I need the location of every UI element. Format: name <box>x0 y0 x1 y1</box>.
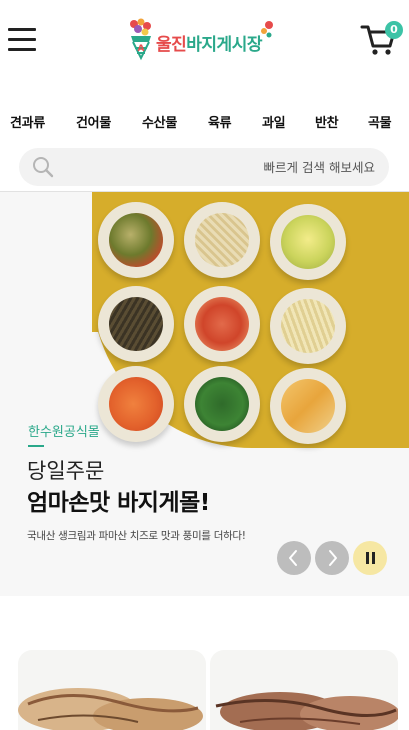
banner-prev-button[interactable] <box>277 541 311 575</box>
search-icon[interactable] <box>32 156 54 178</box>
banner-title: 엄마손맛 바지게몰! <box>27 490 210 516</box>
dish-image <box>270 288 346 364</box>
product-card[interactable] <box>18 650 206 730</box>
dish-image <box>98 202 174 278</box>
product-card[interactable] <box>210 650 398 730</box>
dish-image <box>270 204 346 280</box>
category-meat[interactable]: 육류 <box>208 112 232 131</box>
dish-image <box>270 368 346 444</box>
chevron-right-icon <box>329 550 337 566</box>
pause-icon <box>366 552 375 564</box>
dish-image <box>98 286 174 362</box>
logo-text-part1: 울진 <box>156 34 187 55</box>
hamburger-menu-icon[interactable] <box>8 28 36 52</box>
dish-image <box>184 286 260 362</box>
logo-text: 울진바지게시장 <box>156 30 262 55</box>
category-grain[interactable]: 곡물 <box>368 112 392 131</box>
category-fruit[interactable]: 과일 <box>262 112 286 131</box>
category-dried-seafood[interactable]: 건어물 <box>76 112 111 131</box>
category-nuts[interactable]: 견과류 <box>10 112 45 131</box>
search-input[interactable] <box>69 148 375 186</box>
main-banner[interactable]: 한수원공식몰 당일주문 엄마손맛 바지게몰! 국내산 생크림과 파마산 치즈로 … <box>0 192 409 596</box>
logo-decoration-icon <box>260 21 273 38</box>
dish-image <box>184 366 260 442</box>
logo-icon: A <box>130 18 151 61</box>
header: A 울진바지게시장 0 <box>0 0 409 82</box>
dish-image <box>98 366 174 442</box>
site-logo[interactable]: A 울진바지게시장 <box>128 16 274 64</box>
category-seafood[interactable]: 수산물 <box>142 112 177 131</box>
chevron-left-icon <box>289 550 297 566</box>
banner-pause-button[interactable] <box>353 541 387 575</box>
cart-count-badge: 0 <box>385 21 403 39</box>
category-side-dish[interactable]: 반찬 <box>315 112 339 131</box>
banner-brand: 한수원공식몰 <box>28 425 100 440</box>
product-image <box>215 692 398 730</box>
search-bar <box>19 148 389 186</box>
logo-text-part2: 바지게시장 <box>186 34 262 55</box>
banner-next-button[interactable] <box>315 541 349 575</box>
svg-text:A: A <box>138 44 145 54</box>
cart-button[interactable]: 0 <box>360 21 403 56</box>
banner-subtitle: 당일주문 <box>27 459 105 483</box>
banner-description: 국내산 생크림과 파마산 치즈로 맛과 풍미를 더하다! <box>27 530 246 542</box>
category-nav: 견과류 건어물 수산물 육류 과일 반찬 곡물 <box>0 112 409 138</box>
banner-brand-underline <box>28 445 44 447</box>
dish-image <box>184 202 260 278</box>
product-image <box>18 688 203 730</box>
